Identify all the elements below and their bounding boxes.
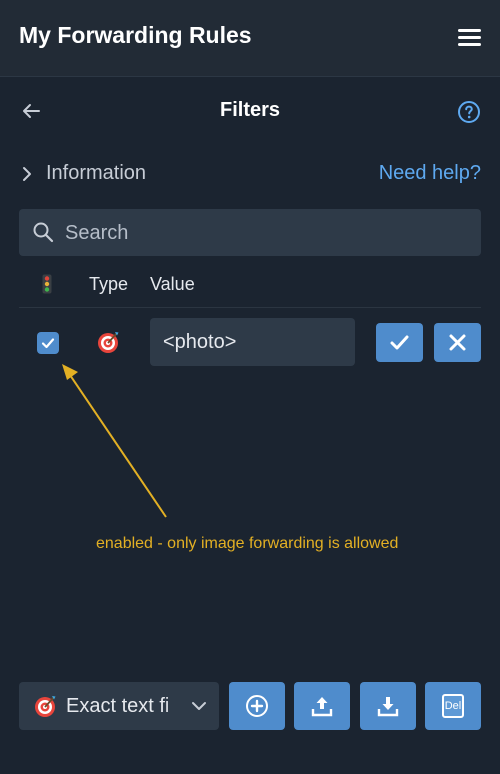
bottom-toolbar: Exact text fi Del — [0, 682, 500, 730]
confirm-button[interactable] — [376, 323, 423, 362]
search-icon — [33, 222, 54, 243]
add-button[interactable] — [229, 682, 285, 730]
table-row — [0, 318, 500, 366]
information-label: Information — [46, 162, 147, 184]
rule-value-input[interactable] — [150, 318, 355, 366]
app-title: My Forwarding Rules — [19, 22, 252, 48]
search-input[interactable] — [63, 209, 467, 258]
filter-type-value: Exact text fi — [66, 695, 170, 717]
hamburger-menu-icon[interactable] — [458, 27, 481, 47]
column-header-type: Type — [89, 274, 129, 294]
chevron-right-icon — [23, 167, 31, 181]
search-box — [19, 209, 481, 258]
chevron-down-icon — [192, 702, 206, 710]
download-button[interactable] — [360, 682, 416, 730]
annotation-note: enabled - only image forwarding is allow… — [96, 535, 399, 552]
table-divider — [19, 307, 481, 308]
check-icon — [390, 335, 409, 350]
table-header: Type Value — [0, 266, 500, 306]
cancel-button[interactable] — [434, 323, 481, 362]
app-header: My Forwarding Rules — [0, 0, 500, 77]
filter-type-select[interactable]: Exact text fi — [19, 682, 219, 730]
delete-button[interactable]: Del — [425, 682, 481, 730]
column-header-value: Value — [150, 274, 195, 294]
download-icon — [377, 697, 399, 717]
question-circle-icon[interactable] — [457, 100, 481, 124]
target-icon[interactable] — [96, 330, 120, 354]
delete-label: Del — [442, 694, 464, 718]
plus-circle-icon — [246, 695, 268, 717]
enabled-checkbox[interactable] — [37, 332, 59, 354]
traffic-light-icon — [42, 274, 52, 294]
page-title: Filters — [219, 99, 281, 121]
close-icon — [449, 334, 466, 351]
need-help-link[interactable]: Need help? — [379, 162, 481, 185]
check-icon — [41, 338, 55, 349]
target-icon — [35, 696, 56, 717]
upload-icon — [311, 697, 333, 717]
upload-button[interactable] — [294, 682, 350, 730]
